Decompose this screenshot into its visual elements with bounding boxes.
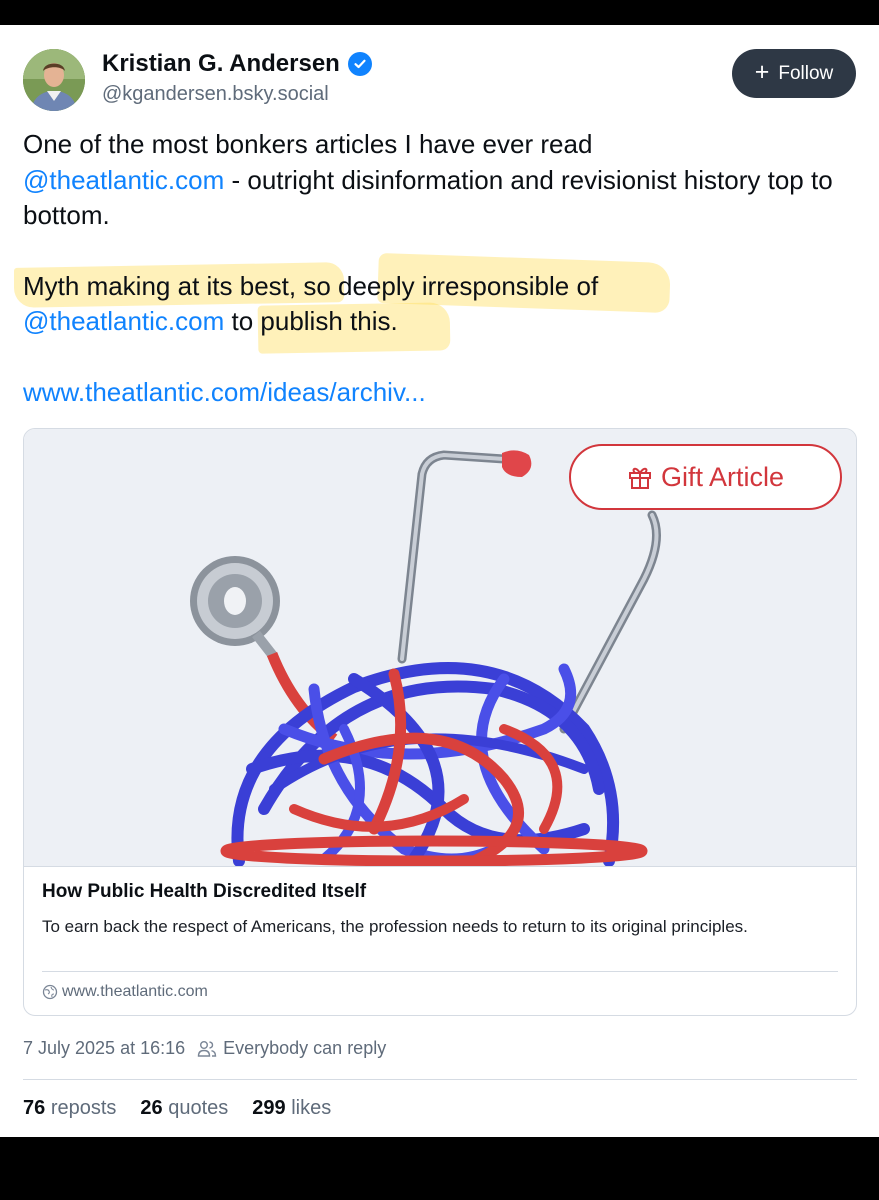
post-text-segment: Myth making at its best, so deeply irres… bbox=[23, 270, 599, 301]
post-text-segment: to publish this. bbox=[224, 306, 398, 336]
mention-link[interactable]: @theatlantic.com bbox=[23, 306, 224, 336]
card-divider bbox=[42, 971, 838, 972]
post-paragraph: Myth making at its best, so deeply irres… bbox=[23, 269, 843, 340]
verified-check-icon bbox=[347, 52, 372, 76]
post-timestamp[interactable]: 7 July 2025 at 16:16 bbox=[23, 1038, 185, 1059]
post-link[interactable]: www.theatlantic.com/ideas/archiv... bbox=[23, 377, 426, 408]
post-stats: 76 reposts 26 quotes 299 likes bbox=[23, 1097, 331, 1120]
author-name-row[interactable]: Kristian G. Andersen bbox=[102, 50, 372, 78]
reposts-count: 76 bbox=[23, 1097, 46, 1119]
post-meta: 7 July 2025 at 16:16 Everybody can reply bbox=[23, 1038, 386, 1059]
globe-icon bbox=[42, 984, 58, 1000]
card-image[interactable]: Gift Article bbox=[24, 429, 856, 866]
card-domain-row: www.theatlantic.com bbox=[42, 983, 208, 1001]
reposts-stat[interactable]: 76 reposts bbox=[23, 1097, 116, 1120]
gift-article-label: Gift Article bbox=[660, 461, 785, 492]
post-text-segment: One of the most bonkers articles I have … bbox=[23, 129, 593, 159]
post-text: One of the most bonkers articles I have … bbox=[23, 127, 843, 340]
reposts-label: reposts bbox=[50, 1097, 117, 1119]
author-name[interactable]: Kristian G. Andersen bbox=[102, 50, 340, 78]
card-description: To earn back the respect of Americans, t… bbox=[42, 917, 748, 936]
reply-setting-label: Everybody can reply bbox=[223, 1038, 387, 1058]
quotes-count: 26 bbox=[140, 1097, 163, 1119]
quotes-stat[interactable]: 26 quotes bbox=[140, 1097, 228, 1120]
likes-label: likes bbox=[291, 1097, 332, 1119]
gift-icon bbox=[628, 467, 651, 489]
post-paragraph: One of the most bonkers articles I have … bbox=[23, 127, 843, 234]
post: Kristian G. Andersen @kgandersen.bsky.so… bbox=[0, 25, 879, 1137]
people-icon bbox=[197, 1040, 217, 1057]
card-domain: www.theatlantic.com bbox=[62, 983, 208, 1000]
author-handle[interactable]: @kgandersen.bsky.social bbox=[102, 83, 329, 106]
stats-divider bbox=[23, 1079, 857, 1080]
link-card[interactable]: Gift Article How Public Health Discredit… bbox=[23, 428, 857, 1016]
gift-article-button[interactable]: Gift Article bbox=[569, 444, 842, 510]
avatar-image bbox=[23, 49, 85, 111]
avatar[interactable] bbox=[23, 49, 85, 111]
follow-button[interactable]: + Follow bbox=[732, 49, 856, 98]
card-title[interactable]: How Public Health Discredited Itself bbox=[42, 881, 366, 903]
mention-link[interactable]: @theatlantic.com bbox=[23, 165, 224, 195]
quotes-label: quotes bbox=[168, 1097, 229, 1119]
likes-count: 299 bbox=[252, 1097, 286, 1119]
card-body[interactable]: How Public Health Discredited Itself To … bbox=[24, 866, 856, 1015]
follow-label: Follow bbox=[778, 62, 834, 84]
likes-stat[interactable]: 299 likes bbox=[252, 1097, 331, 1120]
reply-setting: Everybody can reply bbox=[197, 1038, 386, 1059]
plus-icon: + bbox=[754, 58, 770, 86]
